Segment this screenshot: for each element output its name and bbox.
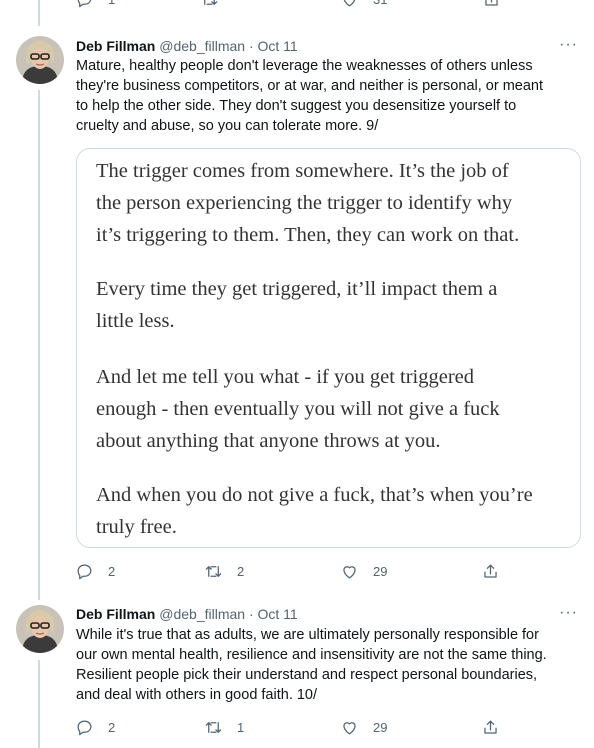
- share-icon: [484, 720, 497, 734]
- tweet-text: While it's true that as adults, we are u…: [76, 625, 576, 705]
- tweet-10[interactable]: Deb Fillman @deb_fillman · Oct 11 ··· Wh…: [0, 0, 594, 748]
- reply-count: 2: [108, 720, 116, 735]
- avatar[interactable]: [16, 605, 64, 653]
- like-icon: [343, 722, 356, 735]
- tweet-text-line: While it's true that as adults, we are u…: [76, 627, 539, 643]
- retweet-button[interactable]: 1: [204, 718, 244, 737]
- reply-icon: [77, 720, 92, 736]
- more-icon[interactable]: ···: [559, 605, 578, 621]
- author-name[interactable]: Deb Fillman: [76, 606, 155, 622]
- retweet-icon: [205, 722, 222, 733]
- separator: ·: [248, 606, 254, 622]
- share-button[interactable]: [481, 718, 500, 737]
- like-count: 29: [373, 720, 388, 735]
- tweet-text-line: Resilient people pick their understand a…: [76, 667, 538, 683]
- author-handle[interactable]: @deb_fillman: [159, 606, 245, 622]
- tweet-date[interactable]: Oct 11: [258, 606, 298, 622]
- reply-button[interactable]: 2: [75, 718, 115, 737]
- tweet-text-line: and deal with others in good faith. 10/: [76, 687, 318, 703]
- tweet-header: Deb Fillman @deb_fillman · Oct 11: [76, 605, 298, 623]
- tweet-text-line: our own mental health, resilience and in…: [76, 647, 547, 663]
- retweet-count: 1: [237, 720, 245, 735]
- like-button[interactable]: 29: [340, 718, 387, 737]
